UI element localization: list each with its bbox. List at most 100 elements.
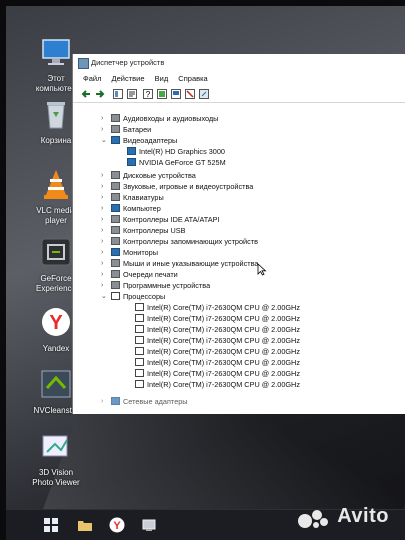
tree-category-label: Контроллеры запоминающих устройств <box>123 237 258 246</box>
processor-icon <box>111 292 120 300</box>
processor-icon <box>135 325 144 333</box>
help-icon[interactable]: ? <box>143 89 153 99</box>
avito-watermark: Avito <box>298 505 389 528</box>
geforce-icon <box>41 238 71 266</box>
battery-icon <box>111 125 120 133</box>
update-driver-icon[interactable] <box>157 89 167 99</box>
tree-device-label: Intel(R) HD Graphics 3000 <box>139 147 225 156</box>
tree-category-label: Мониторы <box>123 248 158 257</box>
yandex-icon: Y <box>42 308 70 336</box>
processor-icon <box>135 336 144 344</box>
nvcleanstall-icon <box>41 370 71 398</box>
toolbar: ? <box>73 86 405 103</box>
expand-chevron-icon[interactable]: › <box>101 203 109 214</box>
tree-category-label: Контроллеры IDE ATA/ATAPI <box>123 215 220 224</box>
computer-icon <box>111 204 120 212</box>
avito-logo-icon <box>298 510 329 528</box>
menu-view[interactable]: Вид <box>155 74 169 83</box>
3d-vision-icon <box>42 435 68 457</box>
tree-category-label: Процессоры <box>123 292 166 301</box>
monitor-icon <box>111 248 120 256</box>
tree-category-label: Программные устройства <box>123 281 211 290</box>
expand-chevron-icon[interactable]: › <box>101 214 109 225</box>
menu-action[interactable]: Действие <box>112 74 145 83</box>
collapse-chevron-icon[interactable]: ⌄ <box>101 135 109 146</box>
tree-device-label: Intel(R) Core(TM) i7-2630QM CPU @ 2.00GH… <box>147 336 300 345</box>
mouse-cursor-icon <box>257 263 267 276</box>
processor-icon <box>135 303 144 311</box>
tree-device-label: Intel(R) Core(TM) i7-2630QM CPU @ 2.00GH… <box>147 369 300 378</box>
windows-start-icon[interactable] <box>42 516 60 534</box>
show-hide-tree-icon[interactable] <box>113 89 123 99</box>
uninstall-device-icon[interactable] <box>199 89 209 99</box>
tree-category-label: Звуковые, игровые и видеоустройства <box>123 182 254 191</box>
audio-io-icon <box>111 114 120 122</box>
expand-chevron-icon[interactable]: › <box>101 124 109 135</box>
watermark-text: Avito <box>337 505 389 527</box>
processor-icon <box>135 358 144 366</box>
file-explorer-icon[interactable] <box>76 516 94 534</box>
tree-device-label: Intel(R) Core(TM) i7-2630QM CPU @ 2.00GH… <box>147 303 300 312</box>
storage-controller-icon <box>111 237 120 245</box>
window-title: Диспетчер устройств <box>91 58 165 67</box>
window-titlebar[interactable]: Диспетчер устройств <box>73 54 405 72</box>
processor-icon <box>135 347 144 355</box>
desktop: Этот компьютер Корзина VLC media player … <box>6 6 405 540</box>
forward-arrow-icon[interactable] <box>95 89 105 99</box>
tree-category-label: Очереди печати <box>123 270 178 279</box>
expand-chevron-icon[interactable]: › <box>101 170 109 181</box>
collapse-chevron-icon[interactable]: ⌄ <box>101 291 109 302</box>
scan-hardware-icon[interactable] <box>171 89 181 99</box>
tree-device-label: Intel(R) Core(TM) i7-2630QM CPU @ 2.00GH… <box>147 347 300 356</box>
expand-chevron-icon[interactable]: › <box>101 258 109 269</box>
device-manager-icon <box>78 58 89 69</box>
tree-device-label: Intel(R) Core(TM) i7-2630QM CPU @ 2.00GH… <box>147 314 300 323</box>
tree-category-label: Аудиовходы и аудиовыходы <box>123 114 219 123</box>
tree-category-label: Мыши и иные указывающие устройства <box>123 259 259 268</box>
display-adapter-icon <box>111 136 120 144</box>
tree-device-label: Intel(R) Core(TM) i7-2630QM CPU @ 2.00GH… <box>147 358 300 367</box>
expand-chevron-icon[interactable]: › <box>101 396 109 407</box>
desktop-icon-3d-vision[interactable]: 3D Vision Photo Viewer <box>28 430 84 488</box>
processor-icon <box>135 380 144 388</box>
processor-icon <box>135 369 144 377</box>
expand-chevron-icon[interactable]: › <box>101 192 109 203</box>
yandex-browser-icon[interactable]: Y <box>108 516 126 534</box>
print-queue-icon <box>111 270 120 278</box>
expand-chevron-icon[interactable]: › <box>101 225 109 236</box>
disk-drive-icon <box>111 171 120 179</box>
menu-file[interactable]: Файл <box>83 74 101 83</box>
tree-category-label: Клавиатуры <box>123 193 164 202</box>
expand-chevron-icon[interactable]: › <box>101 181 109 192</box>
svg-text:Y: Y <box>49 312 63 334</box>
properties-icon[interactable] <box>127 89 137 99</box>
usb-controller-icon <box>111 226 120 234</box>
expand-chevron-icon[interactable]: › <box>101 247 109 258</box>
tree-category-label: Видеоадаптеры <box>123 136 178 145</box>
device-manager-window[interactable]: Диспетчер устройств Файл Действие Вид Сп… <box>72 54 405 414</box>
device-manager-taskbar-icon[interactable] <box>140 516 158 534</box>
tree-device-label: Intel(R) Core(TM) i7-2630QM CPU @ 2.00GH… <box>147 325 300 334</box>
tree-category-label: Дисковые устройства <box>123 171 196 180</box>
tree-category-label: Контроллеры USB <box>123 226 186 235</box>
disable-device-icon[interactable] <box>185 89 195 99</box>
expand-chevron-icon[interactable]: › <box>101 236 109 247</box>
tree-category-label: Батареи <box>123 125 152 134</box>
recycle-bin-icon <box>47 102 65 129</box>
menu-bar: Файл Действие Вид Справка <box>73 72 405 86</box>
menu-help[interactable]: Справка <box>178 74 207 83</box>
network-adapter-icon <box>111 397 120 405</box>
expand-chevron-icon[interactable]: › <box>101 280 109 291</box>
display-adapter-icon <box>127 147 136 155</box>
svg-text:?: ? <box>146 90 151 99</box>
processor-icon <box>135 314 144 322</box>
expand-chevron-icon[interactable]: › <box>101 113 109 124</box>
ide-controller-icon <box>111 215 120 223</box>
sound-device-icon <box>111 182 120 190</box>
back-arrow-icon[interactable] <box>81 89 91 99</box>
keyboard-icon <box>111 193 120 201</box>
desktop-icon-label: 3D Vision Photo Viewer <box>32 468 80 487</box>
computer-icon <box>42 39 70 65</box>
tree-category-label: Сетевые адаптеры <box>123 397 188 406</box>
expand-chevron-icon[interactable]: › <box>101 269 109 280</box>
